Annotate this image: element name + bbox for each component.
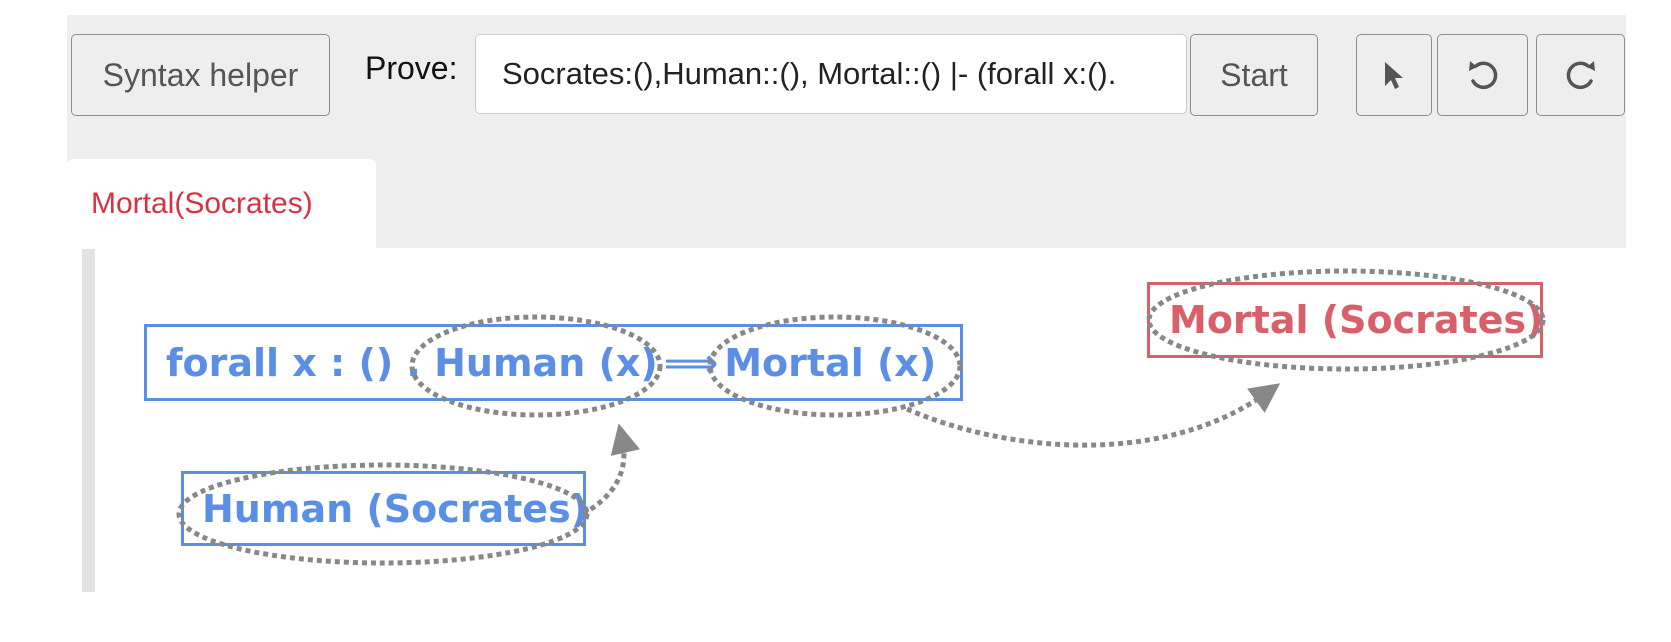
link-human-socrates-to-human-x — [581, 423, 640, 517]
selection-human-socrates — [176, 462, 590, 566]
selection-mortal-socrates — [1146, 268, 1546, 372]
proof-links-overlay — [176, 268, 1546, 566]
selection-mortal-x — [707, 314, 963, 418]
selection-human-x — [409, 314, 663, 418]
link-mortal-x-to-goal — [905, 383, 1281, 448]
